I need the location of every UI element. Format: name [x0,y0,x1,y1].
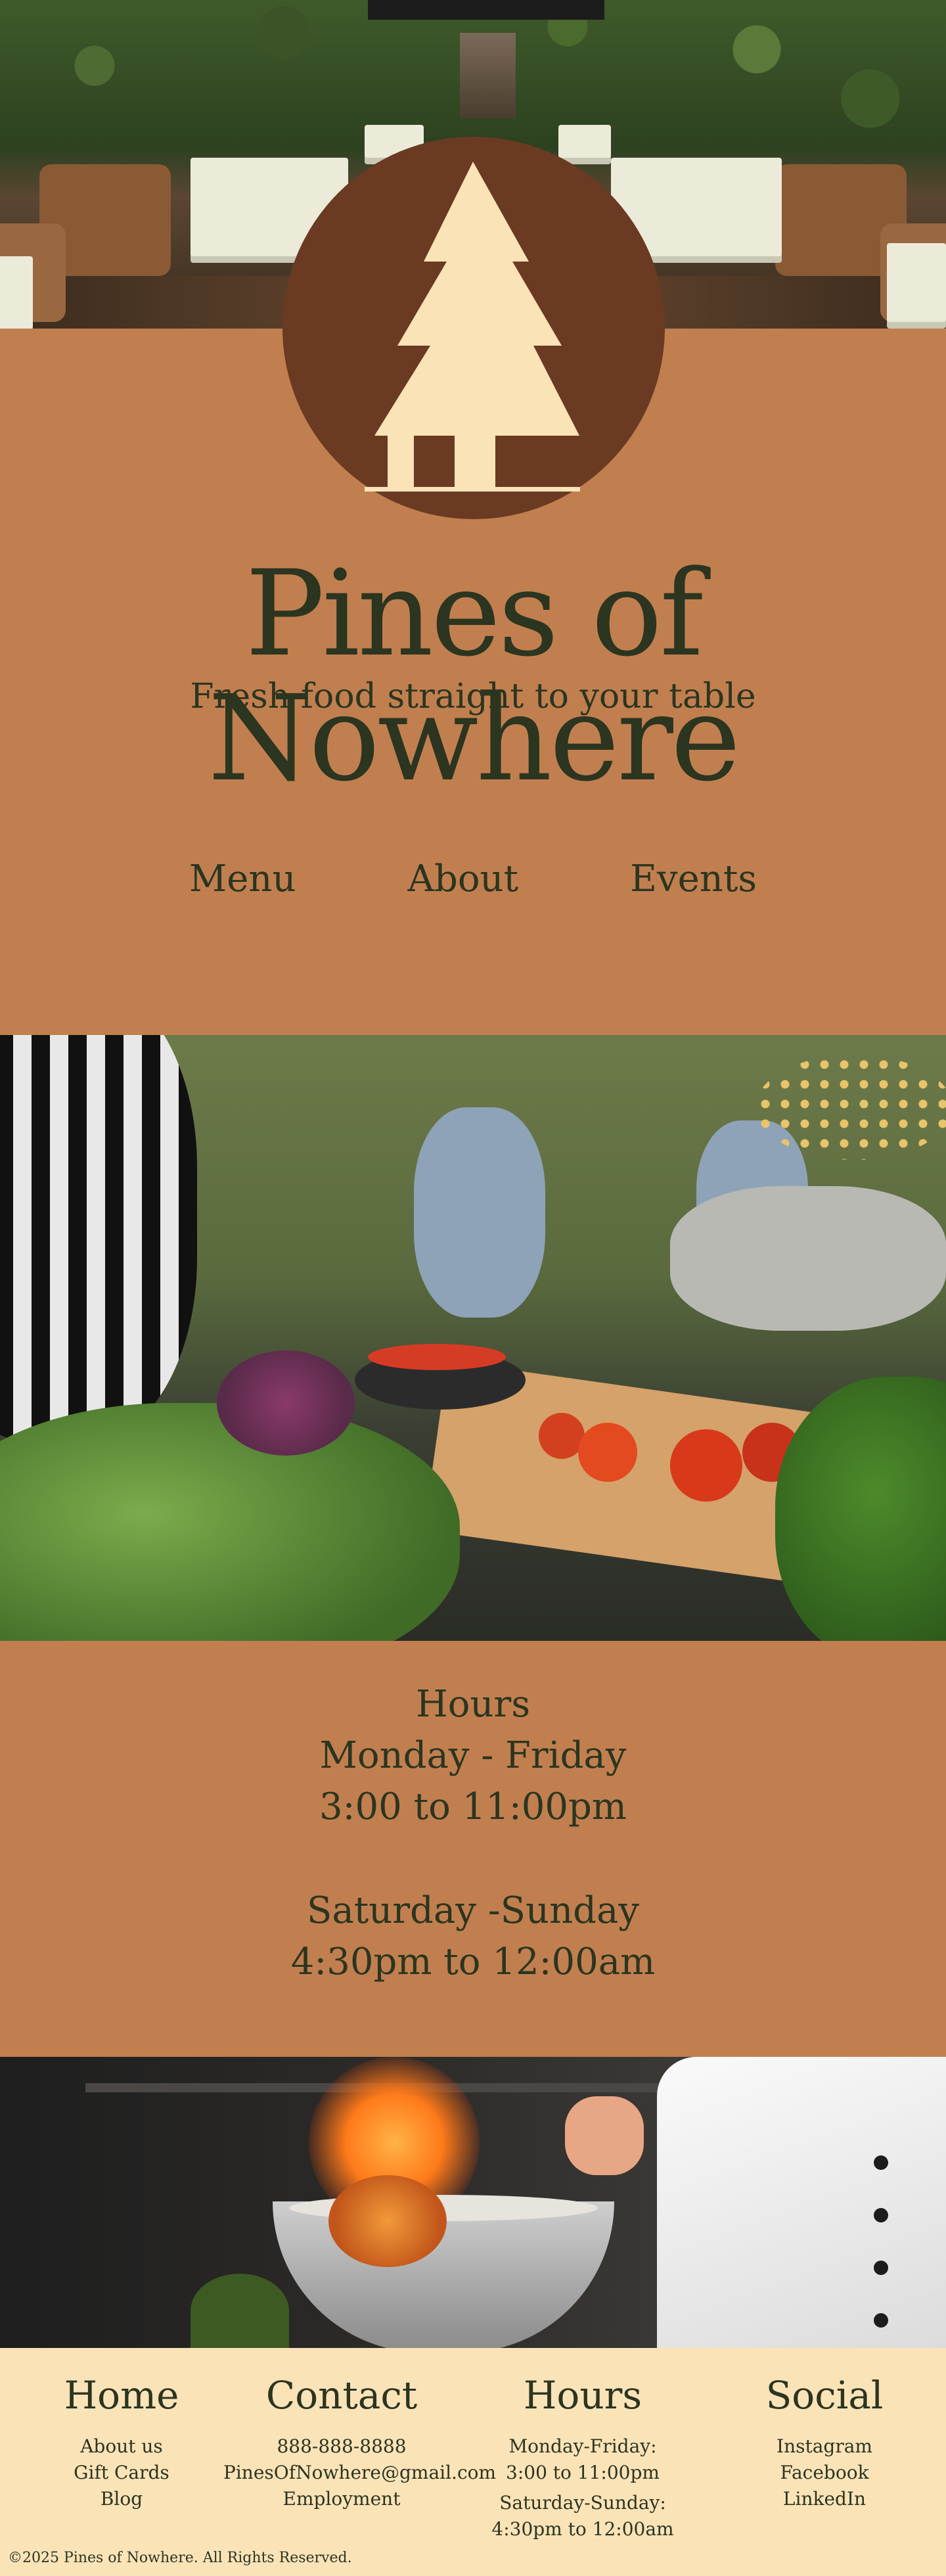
footer-about-us-link[interactable]: About us [3,2433,240,2460]
pine-tree-icon [365,162,580,492]
footer-weekend-time: 4:30pm to 12:00am [491,2518,674,2540]
hours-section: Hours Monday - Friday 3:00 to 11:00pm Sa… [0,1679,946,1988]
footer-hours-column: Hours Monday-Friday: 3:00 to 11:00pm Sat… [464,2373,701,2542]
footer-linkedin-link[interactable]: LinkedIn [706,2486,943,2512]
weekend-label: Saturday -Sunday [306,1889,640,1932]
footer-facebook-link[interactable]: Facebook [706,2460,943,2486]
nav-about-link[interactable]: About [408,858,519,900]
site-footer: Home About us Gift Cards Blog Contact 88… [0,2348,946,2576]
footer-instagram-link[interactable]: Instagram [706,2433,943,2460]
weekend-time: 4:30pm to 12:00am [290,1941,656,1983]
tagline: Fresh food straight to your table [190,677,756,716]
footer-employment-link[interactable]: Employment [223,2486,460,2512]
footer-gift-cards-link[interactable]: Gift Cards [3,2460,240,2486]
footer-home-column: Home About us Gift Cards Blog [3,2373,240,2512]
nav-menu-link[interactable]: Menu [189,858,296,900]
main-nav: Menu About Events [0,858,946,900]
hours-heading: Hours [415,1683,531,1726]
footer-weekend-label: Saturday-Sunday: [499,2492,666,2514]
weekday-time: 3:00 to 11:00pm [319,1785,627,1828]
footer-phone: 888-888-8888 [277,2435,407,2457]
footer-contact-heading: Contact [265,2373,418,2418]
logo-badge [282,137,665,519]
footer-contact-column: Contact 888-888-8888 PinesOfNowhere@gmai… [223,2373,496,2512]
footer-email-link[interactable]: PinesOfNowhere@gmail.com [223,2460,496,2486]
footer-hours-heading: Hours [523,2373,642,2418]
weekday-label: Monday - Friday [319,1734,627,1777]
copyright-notice: ©2025 Pines of Nowhere. All Rights Reser… [8,2550,352,2566]
footer-blog-link[interactable]: Blog [3,2486,240,2512]
footer-social-column: Social Instagram Facebook LinkedIn [706,2373,943,2512]
food-prep-image [0,1035,946,1641]
footer-weekday-time: 3:00 to 11:00pm [506,2462,660,2483]
footer-home-heading[interactable]: Home [3,2373,240,2418]
chef-cooking-image [0,2057,946,2348]
footer-social-heading: Social [765,2373,884,2418]
nav-events-link[interactable]: Events [630,858,757,900]
footer-weekday-label: Monday-Friday: [508,2435,657,2457]
